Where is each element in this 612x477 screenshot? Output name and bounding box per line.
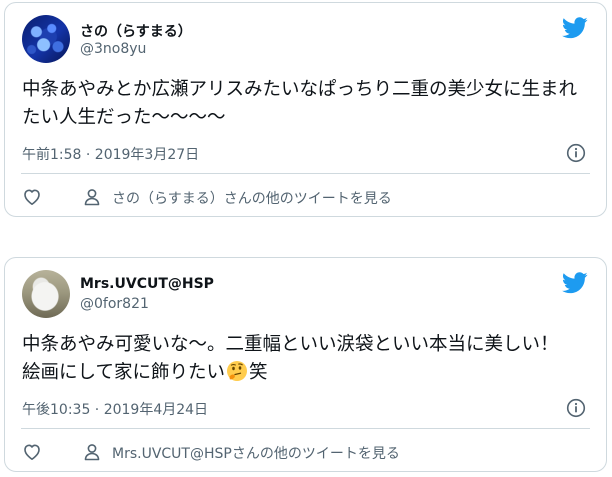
tweet-text: 中条あやみとか広瀬アリスみたいなぱっちり二重の美少女に生まれたい人生だった〜〜〜…: [22, 76, 592, 132]
thinking-face-emoji-icon: [226, 361, 247, 381]
tweet-card[interactable]: さの（らすまる） @3no8yu 中条あやみとか広瀬アリスみたいなぱっちり二重の…: [4, 2, 607, 217]
more-tweets-link[interactable]: さの（らすまる）さんの他のツイートを見る: [112, 188, 392, 208]
more-tweets-link[interactable]: Mrs.UVCUT@HSPさんの他のツイートを見る: [112, 443, 400, 463]
divider: [21, 173, 590, 174]
divider: [21, 428, 590, 429]
info-icon[interactable]: [566, 143, 586, 163]
display-name[interactable]: さの（らすまる）: [80, 21, 192, 41]
tweet-card[interactable]: Mrs.UVCUT@HSP @0for821 中条あやみ可愛いな〜。二重幅といい…: [4, 257, 607, 472]
heart-icon[interactable]: [22, 442, 42, 462]
tweet-text-tail: 笑: [248, 362, 268, 383]
action-row: さの（らすまる）さんの他のツイートを見る: [22, 183, 590, 213]
twitter-bird-icon[interactable]: [562, 17, 588, 39]
heart-icon[interactable]: [22, 187, 42, 207]
avatar[interactable]: [22, 270, 70, 318]
tweet-text-body: 中条あやみとか広瀬アリスみたいなぱっちり二重の美少女に生まれたい人生だった〜〜〜…: [22, 79, 578, 128]
action-row: Mrs.UVCUT@HSPさんの他のツイートを見る: [22, 438, 590, 468]
user-handle[interactable]: @0for821: [80, 296, 149, 312]
avatar[interactable]: [22, 15, 70, 63]
person-icon[interactable]: [82, 187, 102, 207]
tweet-text-body: 中条あやみ可愛いな〜。二重幅といい涙袋といい本当に美しい！ 絵画にして家に飾りた…: [22, 334, 559, 383]
user-handle[interactable]: @3no8yu: [80, 41, 146, 57]
timestamp-link[interactable]: 午後10:35 · 2019年4月24日: [22, 399, 208, 419]
timestamp-link[interactable]: 午前1:58 · 2019年3月27日: [22, 144, 199, 164]
twitter-bird-icon[interactable]: [562, 272, 588, 294]
person-icon[interactable]: [82, 442, 102, 462]
display-name[interactable]: Mrs.UVCUT@HSP: [80, 276, 214, 292]
tweet-text: 中条あやみ可愛いな〜。二重幅といい涙袋といい本当に美しい！ 絵画にして家に飾りた…: [22, 331, 592, 387]
info-icon[interactable]: [566, 398, 586, 418]
